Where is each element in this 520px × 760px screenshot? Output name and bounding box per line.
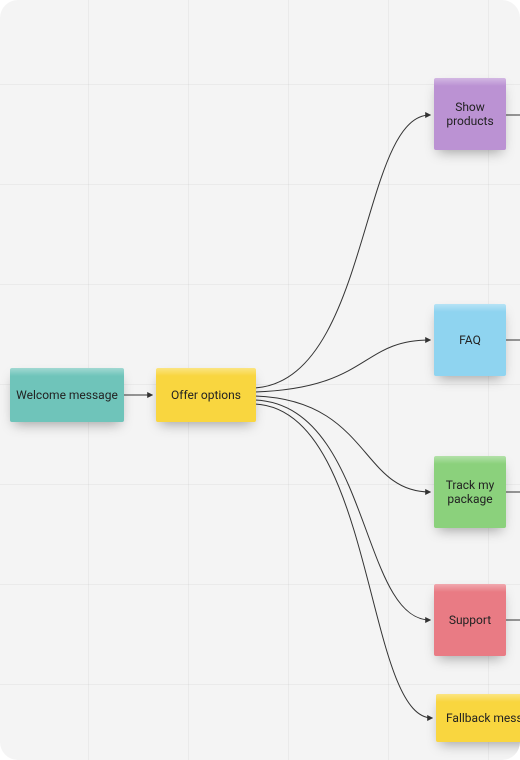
node-label: Offer options [171,388,241,402]
flowchart-canvas[interactable]: Welcome message Offer options Show produ… [0,0,520,760]
node-label: Support [449,613,491,627]
node-label: FAQ [459,333,481,347]
node-label: Fallback message [446,711,520,725]
node-fallback-message[interactable]: Fallback message [436,694,520,742]
node-support[interactable]: Support [434,584,506,656]
node-label: Track my package [440,478,500,506]
node-offer-options[interactable]: Offer options [156,368,256,422]
node-label: Welcome message [16,388,118,402]
node-track-my-package[interactable]: Track my package [434,456,506,528]
node-faq[interactable]: FAQ [434,304,506,376]
node-welcome-message[interactable]: Welcome message [10,368,124,422]
node-show-products[interactable]: Show products [434,78,506,150]
node-label: Show products [440,100,500,128]
